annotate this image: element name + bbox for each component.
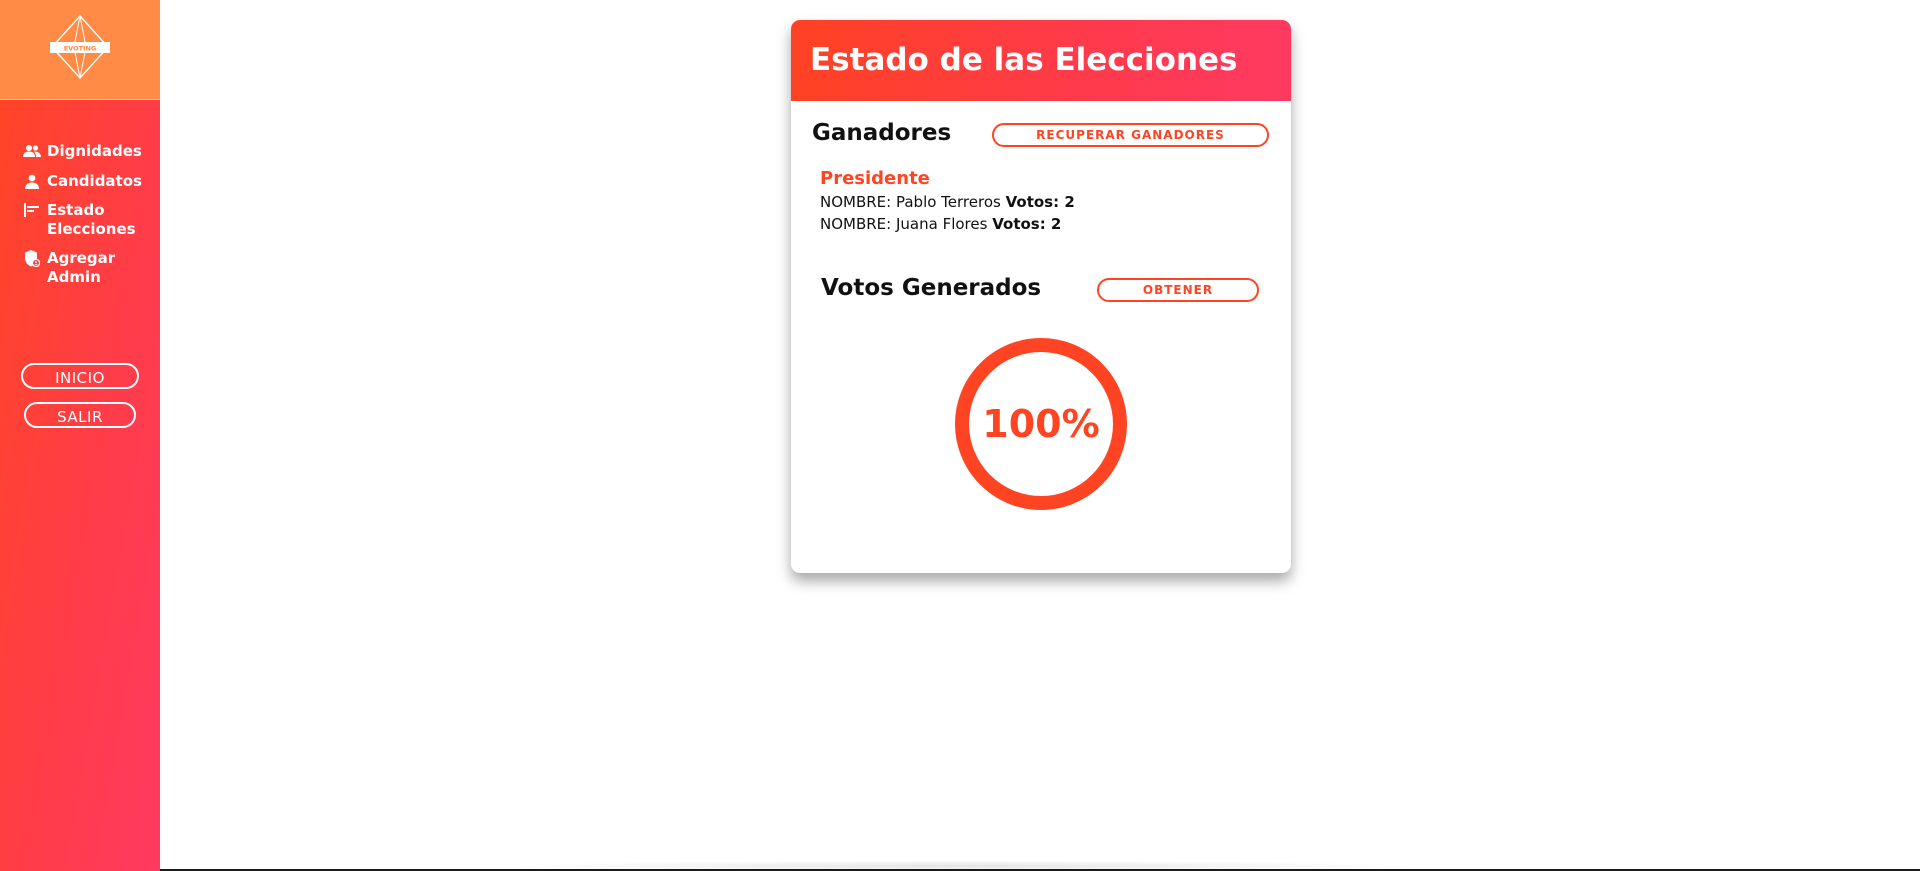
progress-percentage: 100% xyxy=(982,402,1100,446)
inicio-button[interactable]: INICIO xyxy=(21,363,139,389)
sidebar-item-dignidades[interactable]: Dignidades xyxy=(23,142,153,161)
election-status-card: Estado de las Elecciones Ganadores RECUP… xyxy=(791,20,1291,573)
winner-name: NOMBRE: Pablo Terreros xyxy=(820,193,1001,211)
winners-title: Ganadores xyxy=(812,120,952,146)
winner-name: NOMBRE: Juana Flores xyxy=(820,215,988,233)
winner-votes: Votos: 2 xyxy=(1005,193,1075,211)
sidebar: EVOTING Dignidades Candidatos Estado Ele… xyxy=(0,0,160,871)
app-window: EVOTING Dignidades Candidatos Estado Ele… xyxy=(0,0,1920,871)
logo-area[interactable]: EVOTING xyxy=(0,0,160,100)
sidebar-item-label: Agregar Admin xyxy=(47,249,116,286)
users-icon xyxy=(23,142,41,160)
winner-row: NOMBRE: Pablo Terreros Votos: 2 xyxy=(820,193,1075,211)
obtener-button[interactable]: OBTENER xyxy=(1097,278,1259,302)
logo-text: EVOTING xyxy=(64,45,97,53)
user-icon xyxy=(23,172,41,190)
winner-votes: Votos: 2 xyxy=(992,215,1062,233)
card-title: Estado de las Elecciones xyxy=(791,20,1291,101)
sidebar-item-label: Candidatos xyxy=(47,172,142,190)
sidebar-item-agregar-admin[interactable]: Agregar Admin xyxy=(23,249,153,287)
sidebar-item-label: Dignidades xyxy=(47,142,142,160)
dignity-title: Presidente xyxy=(820,168,930,189)
bar-chart-icon xyxy=(23,201,41,219)
sidebar-item-estado-elecciones[interactable]: Estado Elecciones xyxy=(23,201,153,239)
votes-title: Votos Generados xyxy=(821,275,1042,301)
evoting-logo: EVOTING xyxy=(50,14,110,80)
votes-progress-ring: 100% xyxy=(952,335,1130,513)
sidebar-item-candidatos[interactable]: Candidatos xyxy=(23,172,153,191)
sidebar-item-label: Estado Elecciones xyxy=(47,201,136,238)
recuperar-ganadores-button[interactable]: RECUPERAR GANADORES xyxy=(992,123,1269,147)
shield-user-icon xyxy=(23,249,41,267)
salir-button[interactable]: SALIR xyxy=(24,402,136,428)
winner-row: NOMBRE: Juana Flores Votos: 2 xyxy=(820,215,1061,233)
